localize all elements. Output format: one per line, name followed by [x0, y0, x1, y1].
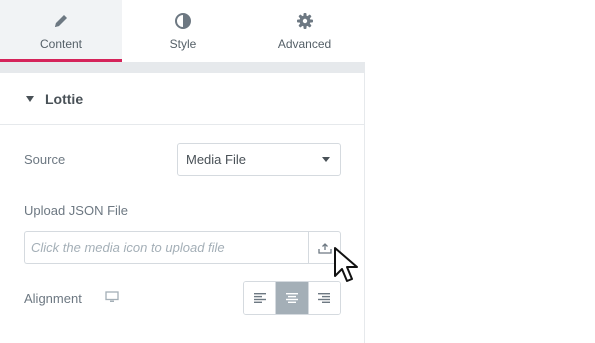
pencil-icon [55, 15, 67, 27]
source-select[interactable]: Media File [177, 143, 341, 176]
tab-style-label: Style [169, 37, 197, 51]
tab-content[interactable]: Content [0, 0, 122, 62]
upload-url-input[interactable] [24, 231, 308, 264]
tab-content-label: Content [39, 37, 83, 51]
alignment-label: Alignment [24, 291, 82, 306]
caret-down-icon [26, 95, 34, 102]
upload-label: Upload JSON File [24, 203, 129, 218]
upload-media-button[interactable] [308, 231, 341, 264]
tab-style[interactable]: Style [122, 0, 244, 62]
align-left-button[interactable] [244, 282, 277, 314]
align-right-icon [318, 293, 331, 303]
chevron-down-icon [322, 157, 330, 162]
contrast-icon [175, 13, 191, 29]
section-toggle-lottie[interactable]: Lottie [0, 73, 365, 125]
tab-advanced-label: Advanced [277, 37, 332, 51]
align-left-icon [253, 293, 266, 303]
source-label: Source [24, 152, 66, 167]
alignment-choices [243, 281, 341, 315]
editor-panel: Content Style Advanced Lottie Source Med… [0, 0, 365, 343]
panel-tabs: Content Style Advanced [0, 0, 365, 62]
section-title: Lottie [45, 90, 84, 107]
source-select-value: Media File [186, 152, 246, 167]
tabs-divider [0, 62, 365, 73]
tab-advanced[interactable]: Advanced [244, 0, 365, 62]
align-center-button[interactable] [276, 282, 309, 314]
gear-icon [296, 13, 313, 29]
align-center-icon [285, 293, 298, 303]
upload-icon [317, 242, 332, 254]
align-right-button[interactable] [308, 282, 340, 314]
upload-field [24, 231, 341, 264]
monitor-icon[interactable] [105, 291, 119, 303]
